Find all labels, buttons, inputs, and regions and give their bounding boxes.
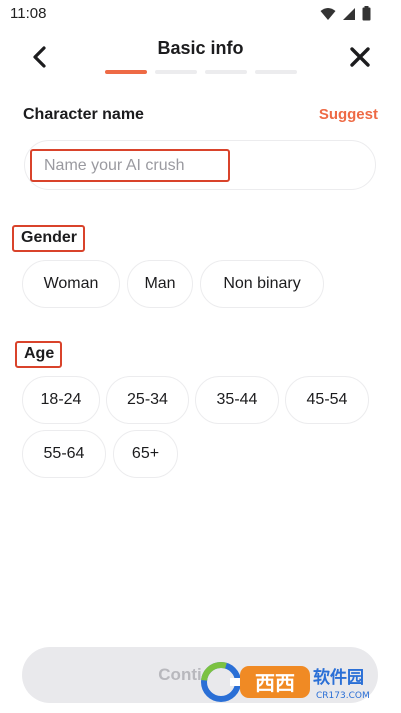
gender-label: Gender <box>12 225 86 252</box>
close-icon[interactable] <box>347 44 373 70</box>
gender-option-man[interactable]: Man <box>127 260 193 308</box>
battery-icon <box>362 6 371 21</box>
svg-text:西西: 西西 <box>255 671 295 695</box>
step-indicator <box>105 70 147 74</box>
watermark-logo: 西西 软件园 CR173.COM <box>201 662 370 702</box>
status-icons <box>320 6 371 21</box>
age-option[interactable]: 25-34 <box>106 376 189 424</box>
gender-option-woman[interactable]: Woman <box>22 260 120 308</box>
page-title: Basic info <box>157 38 244 58</box>
age-option[interactable]: 18-24 <box>22 376 100 424</box>
svg-text:软件园: 软件园 <box>313 667 364 688</box>
step-indicator <box>205 70 247 74</box>
svg-text:CR173.COM: CR173.COM <box>316 691 370 701</box>
age-option[interactable]: 55-64 <box>22 430 106 478</box>
step-indicator <box>155 70 197 74</box>
wifi-icon <box>320 7 336 20</box>
character-name-input[interactable] <box>30 149 230 182</box>
step-indicator <box>255 70 297 74</box>
status-bar: 11:08 <box>0 0 401 30</box>
suggest-button[interactable]: Suggest <box>319 106 378 123</box>
gender-option-non-binary[interactable]: Non binary <box>200 260 324 308</box>
step-progress <box>105 70 297 74</box>
age-label: Age <box>15 341 63 368</box>
continue-label: Conti <box>158 665 202 684</box>
age-option[interactable]: 45-54 <box>285 376 369 424</box>
age-option[interactable]: 35-44 <box>195 376 279 424</box>
signal-icon <box>343 7 355 20</box>
status-time: 11:08 <box>10 5 47 22</box>
character-name-label: Character name <box>23 106 144 123</box>
age-option[interactable]: 65+ <box>113 430 178 478</box>
